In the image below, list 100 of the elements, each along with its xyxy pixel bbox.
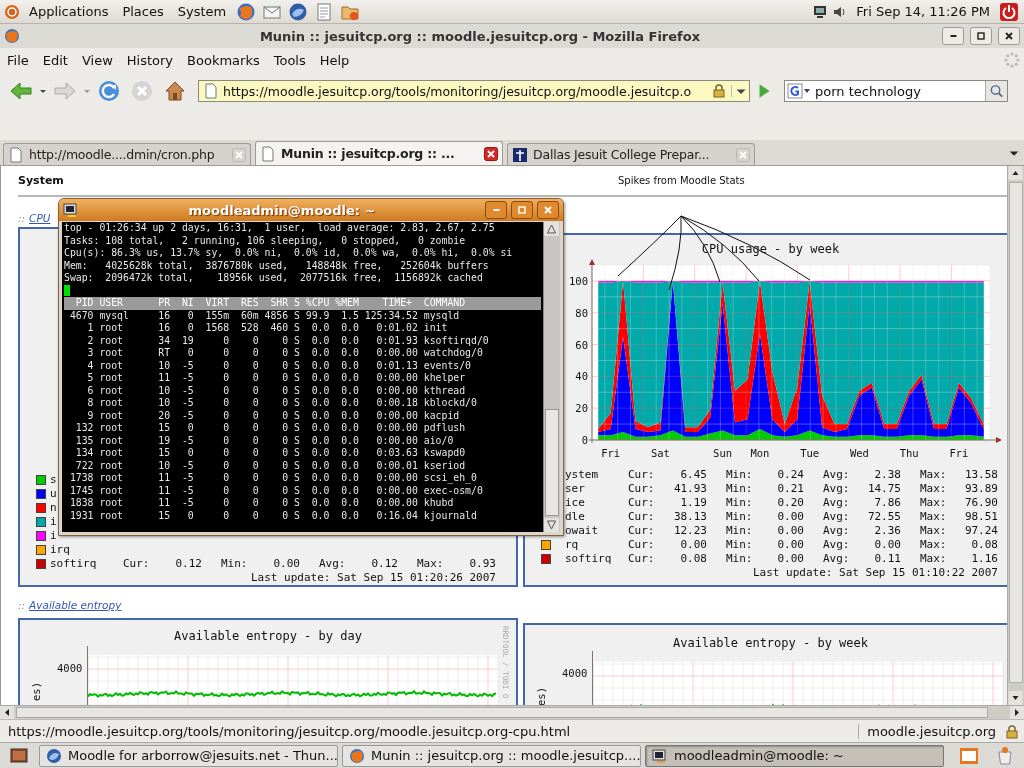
trash-icon[interactable] [995, 745, 1015, 766]
home-icon[interactable] [163, 79, 187, 103]
stat-label: Cur: [628, 482, 656, 496]
tab[interactable]: http://moodle....dmin/cron.php [3, 143, 251, 165]
dropdown-icon[interactable] [39, 87, 47, 95]
stat-value: 93.89 [963, 482, 998, 496]
desktop-icon[interactable] [9, 745, 29, 766]
legend-label: rq [565, 538, 579, 552]
menu-item[interactable]: Edit [37, 52, 73, 68]
vertical-scrollbar[interactable] [1007, 166, 1024, 705]
process-row-text: 6 root 10 -5 0 0 0 S 0.0 0.0 0:00.00 kthread [86, 384, 467, 397]
axis-label: 4000 [562, 667, 588, 679]
minimize-button[interactable] [942, 27, 964, 45]
legend-label: ice [565, 496, 585, 510]
menu-item[interactable]: View [76, 52, 118, 68]
axis-label: Thu [899, 447, 919, 459]
reload-icon[interactable] [97, 79, 121, 103]
stat-value: 6.45 [679, 468, 707, 482]
padlock-icon[interactable] [1004, 723, 1020, 740]
axis-title: es) [30, 682, 42, 701]
legend-label: owait [565, 524, 599, 538]
process-row-text: 9 root 20 -5 0 0 0 S 0.0 0.0 0:00.00 kacpid [86, 409, 461, 422]
terminal-line: Cpu(s): 86.3% us, 13.7% sy, 0.0% ni, 0.0% id, 0.0% wa, 0.0% hi, 0.0% si [64, 247, 514, 260]
stat-value: 1.16 [970, 552, 998, 566]
process-row-text: 134 root 15 0 0 0 0 S 0.0 0.0 0:03.63 kswapd0 [74, 447, 467, 460]
search-icon[interactable] [985, 81, 1007, 101]
stat-value: 98.51 [963, 510, 998, 524]
maximize-button[interactable] [970, 27, 992, 45]
panel-menu[interactable]: Places [117, 4, 169, 19]
monitor-icon[interactable] [812, 3, 829, 20]
search-field[interactable]: porn technology [784, 80, 1008, 102]
axis-label: 20 [575, 402, 588, 415]
axis-label: Sun [713, 447, 733, 459]
cpu-link[interactable]: CPU [29, 212, 51, 224]
stat-label: Cur: [123, 557, 151, 571]
stat-value: 41.93 [672, 482, 707, 496]
axis-label: 4000 [57, 662, 83, 674]
menu-item[interactable]: File [2, 52, 34, 68]
back-arrow-icon[interactable] [9, 79, 33, 103]
padlock-icon[interactable] [711, 83, 727, 99]
window-icon[interactable] [959, 745, 979, 766]
minimize-icon [492, 209, 500, 211]
clock[interactable]: Fri Sep 14, 11:26 PM [852, 4, 994, 19]
close-button[interactable] [537, 201, 559, 219]
scrollbar[interactable] [543, 222, 560, 532]
stat-value: 0.08 [970, 538, 998, 552]
process-row-text: 5 root 11 -5 0 0 0 S 0.0 0.0 0:00.00 khelper [86, 372, 467, 385]
legend-label: ser [565, 482, 585, 496]
stat-value: 76.90 [963, 496, 998, 510]
stat-label: Cur: [628, 510, 656, 524]
process-row-text: 1745 root 11 -5 0 0 0 S 0.0 0.0 0:00.00 exec-osm/0 [68, 484, 484, 497]
panel-menu[interactable]: Applications [24, 4, 114, 19]
taskbar-button[interactable]: moodleadmin@moodle: ~ [645, 744, 944, 767]
minimize-button[interactable] [485, 201, 507, 219]
taskbar-button[interactable]: Moodle for arborrow@jesuits.net - Thun... [39, 744, 338, 767]
menu-item[interactable]: Tools [268, 52, 311, 68]
stat-label: Min: [726, 538, 754, 552]
globe-icon[interactable] [288, 1, 309, 22]
stat-label: Avg: [823, 538, 851, 552]
close-button[interactable] [998, 27, 1020, 45]
stat-label: Max: [920, 524, 948, 538]
stat-value: 0.00 [776, 524, 804, 538]
globe-icon[interactable] [236, 1, 257, 22]
address-field[interactable]: https://moodle.jesuitcp.org/tools/monitoring/jesuitcp.org/moodle.jesuitcp.o [198, 80, 750, 102]
stat-label: Max: [920, 496, 948, 510]
status-url: https://moodle.jesuitcp.org/tools/monitoring/jesuitcp.org/moodle.jesuitcp.org-cpu.html [8, 724, 572, 739]
axis-label: Sat [650, 447, 670, 459]
menu-item[interactable]: Help [314, 52, 355, 68]
process-row-text: 132 root 15 0 0 0 0 S 0.0 0.0 0:00.00 pdflush [74, 422, 467, 435]
process-row-text: 4 root 10 -5 0 0 0 S 0.0 0.0 0:01.13 events/0 [86, 359, 472, 372]
stat-label: Max: [920, 468, 948, 482]
scroll-thumb[interactable] [16, 707, 988, 718]
globe-icon [4, 28, 20, 44]
terminal-icon [63, 202, 79, 218]
stat-label: Max: [920, 510, 948, 524]
close-icon [543, 205, 553, 215]
axis-label: 80 [575, 306, 588, 319]
menu-item[interactable]: History [121, 52, 179, 68]
close-icon[interactable] [484, 146, 498, 161]
stat-value: 0.12 [370, 557, 398, 571]
power-icon[interactable] [999, 1, 1019, 22]
axis-label: Fri [601, 447, 621, 459]
search-engine-icon[interactable] [787, 83, 811, 99]
maximize-button[interactable] [511, 201, 533, 219]
scroll-thumb[interactable] [545, 409, 559, 516]
status-host: moodle.jesuitcp.org [858, 724, 996, 739]
taskbar-button[interactable]: Munin :: jesuitcp.org :: moodle.jesuitcp.... [342, 744, 641, 767]
scroll-thumb[interactable] [1009, 182, 1023, 683]
tab[interactable]: Dallas Jesuit College Prepar... [507, 143, 755, 165]
stat-value: 0.93 [468, 557, 496, 571]
stat-label: Min: [726, 552, 754, 566]
entropy-link[interactable]: Available entropy [29, 599, 122, 611]
foot-logo-icon[interactable] [4, 3, 20, 20]
panel-menu[interactable]: System [172, 4, 232, 19]
tab[interactable]: Munin :: jesuitcp.org :: ... [255, 141, 503, 165]
horizontal-scrollbar[interactable] [0, 705, 1024, 719]
stat-value: 1.19 [679, 496, 707, 510]
legend-label: ystem [565, 468, 599, 482]
menu-item[interactable]: Bookmarks [182, 52, 265, 68]
dropdown-icon[interactable] [731, 85, 747, 97]
